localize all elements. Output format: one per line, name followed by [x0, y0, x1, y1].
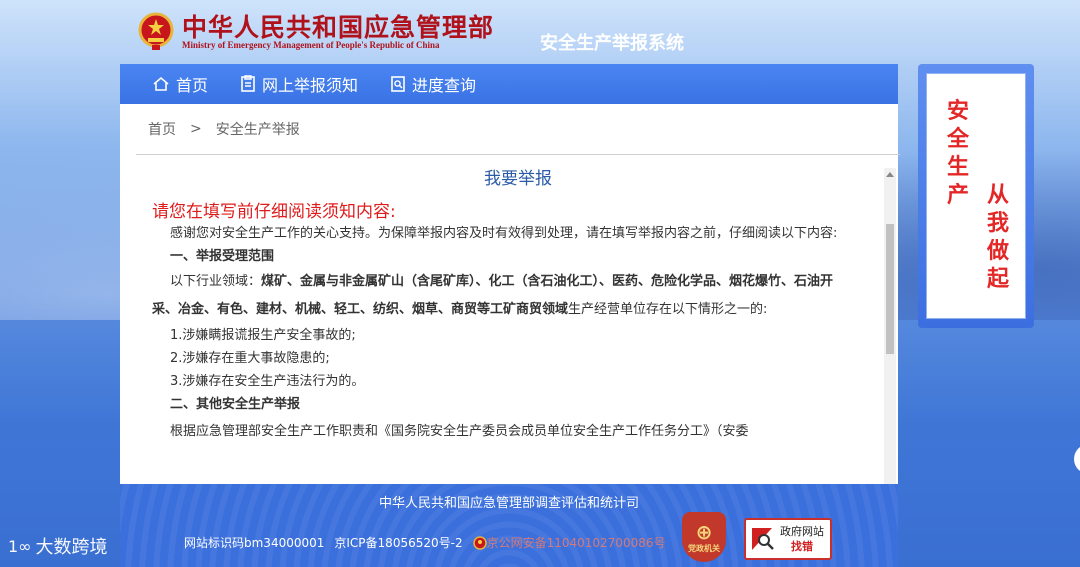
- site-id: 网站标识码bm34000001: [184, 536, 325, 550]
- breadcrumb-home[interactable]: 首页: [148, 119, 176, 139]
- document-icon: [241, 75, 255, 92]
- icp-number[interactable]: 京ICP备18056520号-2: [334, 534, 462, 551]
- system-title: 安全生产举报系统: [540, 33, 684, 54]
- nav-item-label: 首页: [176, 76, 209, 95]
- watermark-logo-icon: 1∞: [8, 536, 32, 556]
- gov-website-label: 政府网站: [780, 525, 824, 538]
- home-icon: [153, 76, 169, 91]
- section1-tail: 生产经营单位存在以下情形之一的:: [568, 302, 768, 317]
- list-item: 2.涉嫌存在重大事故隐患的;: [170, 351, 330, 366]
- watermark-text: 大数跨境: [35, 537, 108, 558]
- list-item: 3.涉嫌存在安全生产违法行为的。: [170, 374, 365, 389]
- notice-body: 感谢您对安全生产工作的关心支持。为保障举报内容及时有效得到处理，请在填写举报内容…: [136, 222, 858, 443]
- party-gov-badge[interactable]: ⊕ 党政机关: [682, 512, 726, 562]
- breadcrumb-current: 安全生产举报: [215, 122, 300, 138]
- footer-department: 中华人民共和国应急管理部调查评估和统计司: [378, 496, 639, 511]
- search-doc-icon: [391, 76, 405, 92]
- national-emblem-icon: [138, 12, 174, 50]
- magnifier-icon: [746, 526, 780, 552]
- police-record-text: 京公网安备11040102700086号: [486, 536, 666, 550]
- party-gov-icon: ⊕: [695, 519, 713, 544]
- notice-content: 我要举报 请您在填写前仔细阅读须知内容: 感谢您对安全生产工作的关心支持。为保障…: [136, 154, 900, 484]
- footer-info-row: 网站标识码bm34000001 京ICP备18056520号-2 京公网安备11…: [184, 534, 685, 551]
- breadcrumb: 首页 > 安全生产举报: [120, 104, 898, 154]
- top-nav: 首页 网上举报须知 进度查询: [120, 64, 898, 104]
- main-panel: 首页 网上举报须知 进度查询 首页 > 安全生产举报 我要举报 请您在填写前仔细…: [120, 64, 900, 548]
- section2-text: 根据应急管理部安全生产工作职责和《国务院安全生产委员会成员单位安全生产工作任务分…: [170, 424, 749, 439]
- gov-website-error-badge[interactable]: 政府网站 找错: [744, 518, 832, 560]
- section-heading: 一、举报受理范围: [170, 249, 275, 264]
- slogan-line-2: 从我做起: [986, 183, 1009, 292]
- slogan-line-1: 安全生产: [946, 99, 969, 208]
- section1-text: 以下行业领域：煤矿、金属与非金属矿山（含尾矿库）、化工（含石油化工）、医药、危险…: [152, 268, 838, 324]
- breadcrumb-separator: >: [190, 121, 202, 137]
- page-title: 我要举报: [484, 169, 552, 189]
- list-item: 1.涉嫌瞒报谎报生产安全事故的;: [170, 328, 356, 343]
- floating-widget-button[interactable]: [1074, 444, 1080, 474]
- watermark: 1∞ 大数跨境: [8, 533, 108, 559]
- gov-website-error-text: 政府网站 找错: [780, 524, 824, 554]
- notice-heading: 请您在填写前仔细阅读须知内容:: [152, 202, 396, 222]
- party-gov-label: 党政机关: [688, 543, 720, 553]
- site-header: 中华人民共和国应急管理部 Ministry of Emergency Manag…: [0, 0, 1080, 64]
- section1-lead: 以下行业领域：: [170, 274, 262, 289]
- nav-item-progress-query[interactable]: 进度查询: [390, 72, 476, 96]
- intro-text: 感谢您对安全生产工作的关心支持。为保障举报内容及时有效得到处理，请在填写举报内容…: [170, 226, 838, 241]
- scroll-thumb[interactable]: [886, 224, 894, 354]
- site-footer: 中华人民共和国应急管理部调查评估和统计司 网站标识码bm34000001 京IC…: [120, 484, 898, 567]
- scroll-up-icon[interactable]: [886, 172, 894, 177]
- nav-item-label: 进度查询: [412, 76, 477, 95]
- nav-item-home[interactable]: 首页: [152, 72, 208, 96]
- police-record[interactable]: 京公网安备11040102700086号: [472, 534, 676, 551]
- police-emblem-icon: [472, 535, 487, 550]
- slogan-frame: 安全生产 从我做起: [926, 73, 1026, 319]
- ministry-name-en: Ministry of Emergency Management of Peop…: [182, 40, 440, 50]
- nav-item-label: 网上举报须知: [262, 76, 359, 95]
- ministry-name-cn: 中华人民共和国应急管理部: [182, 13, 495, 42]
- nav-item-report-guide[interactable]: 网上举报须知: [240, 72, 358, 96]
- find-error-label: 找错: [791, 540, 813, 553]
- section-heading: 二、其他安全生产举报: [170, 397, 301, 412]
- safety-slogan-banner[interactable]: 安全生产 从我做起: [918, 64, 1034, 328]
